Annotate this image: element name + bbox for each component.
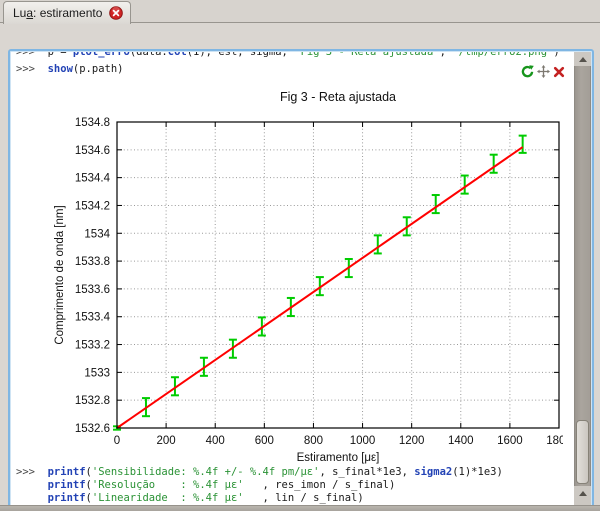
svg-text:200: 200: [157, 435, 176, 447]
tab-lua-estiramento[interactable]: Lua: estiramento: [3, 1, 131, 24]
svg-text:1534.6: 1534.6: [75, 145, 110, 157]
embedded-plot-image: 0 200 400 600 800 1000 1200 1400 1600 1800 1532.6 1…: [51, 84, 563, 476]
svg-text:1534.8: 1534.8: [75, 117, 110, 129]
console-area[interactable]: >>> p = plot_erro(data:col(1), est, sigm…: [8, 49, 594, 511]
svg-text:0: 0: [114, 435, 120, 447]
svg-text:1533.8: 1533.8: [75, 256, 110, 268]
svg-text:1200: 1200: [399, 435, 425, 447]
close-plot-icon[interactable]: [553, 66, 565, 78]
plot-toolbar: [521, 65, 565, 78]
svg-text:1600: 1600: [497, 435, 523, 447]
svg-text:400: 400: [206, 435, 225, 447]
tab-close-icon[interactable]: [109, 6, 123, 20]
svg-text:1533.4: 1533.4: [75, 312, 111, 324]
svg-text:600: 600: [255, 435, 274, 447]
tab-label: Lua: estiramento: [13, 6, 102, 20]
scroll-up-button-2[interactable]: [574, 486, 591, 500]
svg-text:1533: 1533: [84, 367, 110, 379]
up-arrow-icon: [579, 491, 587, 496]
svg-text:1400: 1400: [448, 435, 474, 447]
console-code-line: >>> printf('Sensibilidade: %.4f +/- %.4f…: [16, 466, 503, 479]
svg-text:1534: 1534: [84, 228, 110, 240]
svg-text:1533.2: 1533.2: [75, 340, 110, 352]
move-icon[interactable]: [537, 65, 550, 78]
console-code-line: >>> p = plot_erro(data:col(1), est, sigm…: [16, 52, 534, 61]
window-bottom-border: [0, 505, 600, 511]
window-pane: >>> p = plot_erro(data:col(1), est, sigm…: [0, 23, 600, 506]
svg-text:Estiramento [με]: Estiramento [με]: [297, 452, 380, 464]
svg-text:1534.2: 1534.2: [75, 200, 110, 212]
refresh-icon[interactable]: [521, 65, 534, 78]
svg-text:800: 800: [304, 435, 323, 447]
console-code-line: printf('Linearidade : %.4f με' , lin / s…: [16, 492, 503, 505]
svg-text:1533.6: 1533.6: [75, 284, 110, 296]
console-viewport[interactable]: >>> p = plot_erro(data:col(1), est, sigm…: [11, 52, 574, 511]
vertical-scroll-track[interactable]: [574, 66, 591, 486]
lua-console-window: Lua: estiramento >>> p = plot_erro(data:…: [0, 0, 600, 511]
svg-text:1800: 1800: [546, 435, 563, 447]
scroll-up-button[interactable]: [574, 52, 591, 66]
console-code-line: >>> show(p.path): [16, 61, 534, 78]
vertical-scroll-thumb[interactable]: [576, 420, 589, 484]
svg-text:1532.6: 1532.6: [75, 423, 110, 435]
console-top-code: >>> p = plot_erro(data:col(1), est, sigm…: [16, 52, 534, 78]
svg-text:Fig 3 - Reta ajustada: Fig 3 - Reta ajustada: [280, 90, 396, 104]
svg-text:1534.4: 1534.4: [75, 173, 111, 185]
console-code-line: printf('Resolução : %.4f με' , res_imon …: [16, 479, 503, 492]
vertical-scrollbar[interactable]: [574, 52, 591, 511]
svg-text:1532.8: 1532.8: [75, 395, 110, 407]
svg-text:1000: 1000: [350, 435, 376, 447]
up-arrow-icon: [579, 57, 587, 62]
svg-text:Comprimento de onda [nm]: Comprimento de onda [nm]: [54, 205, 66, 344]
